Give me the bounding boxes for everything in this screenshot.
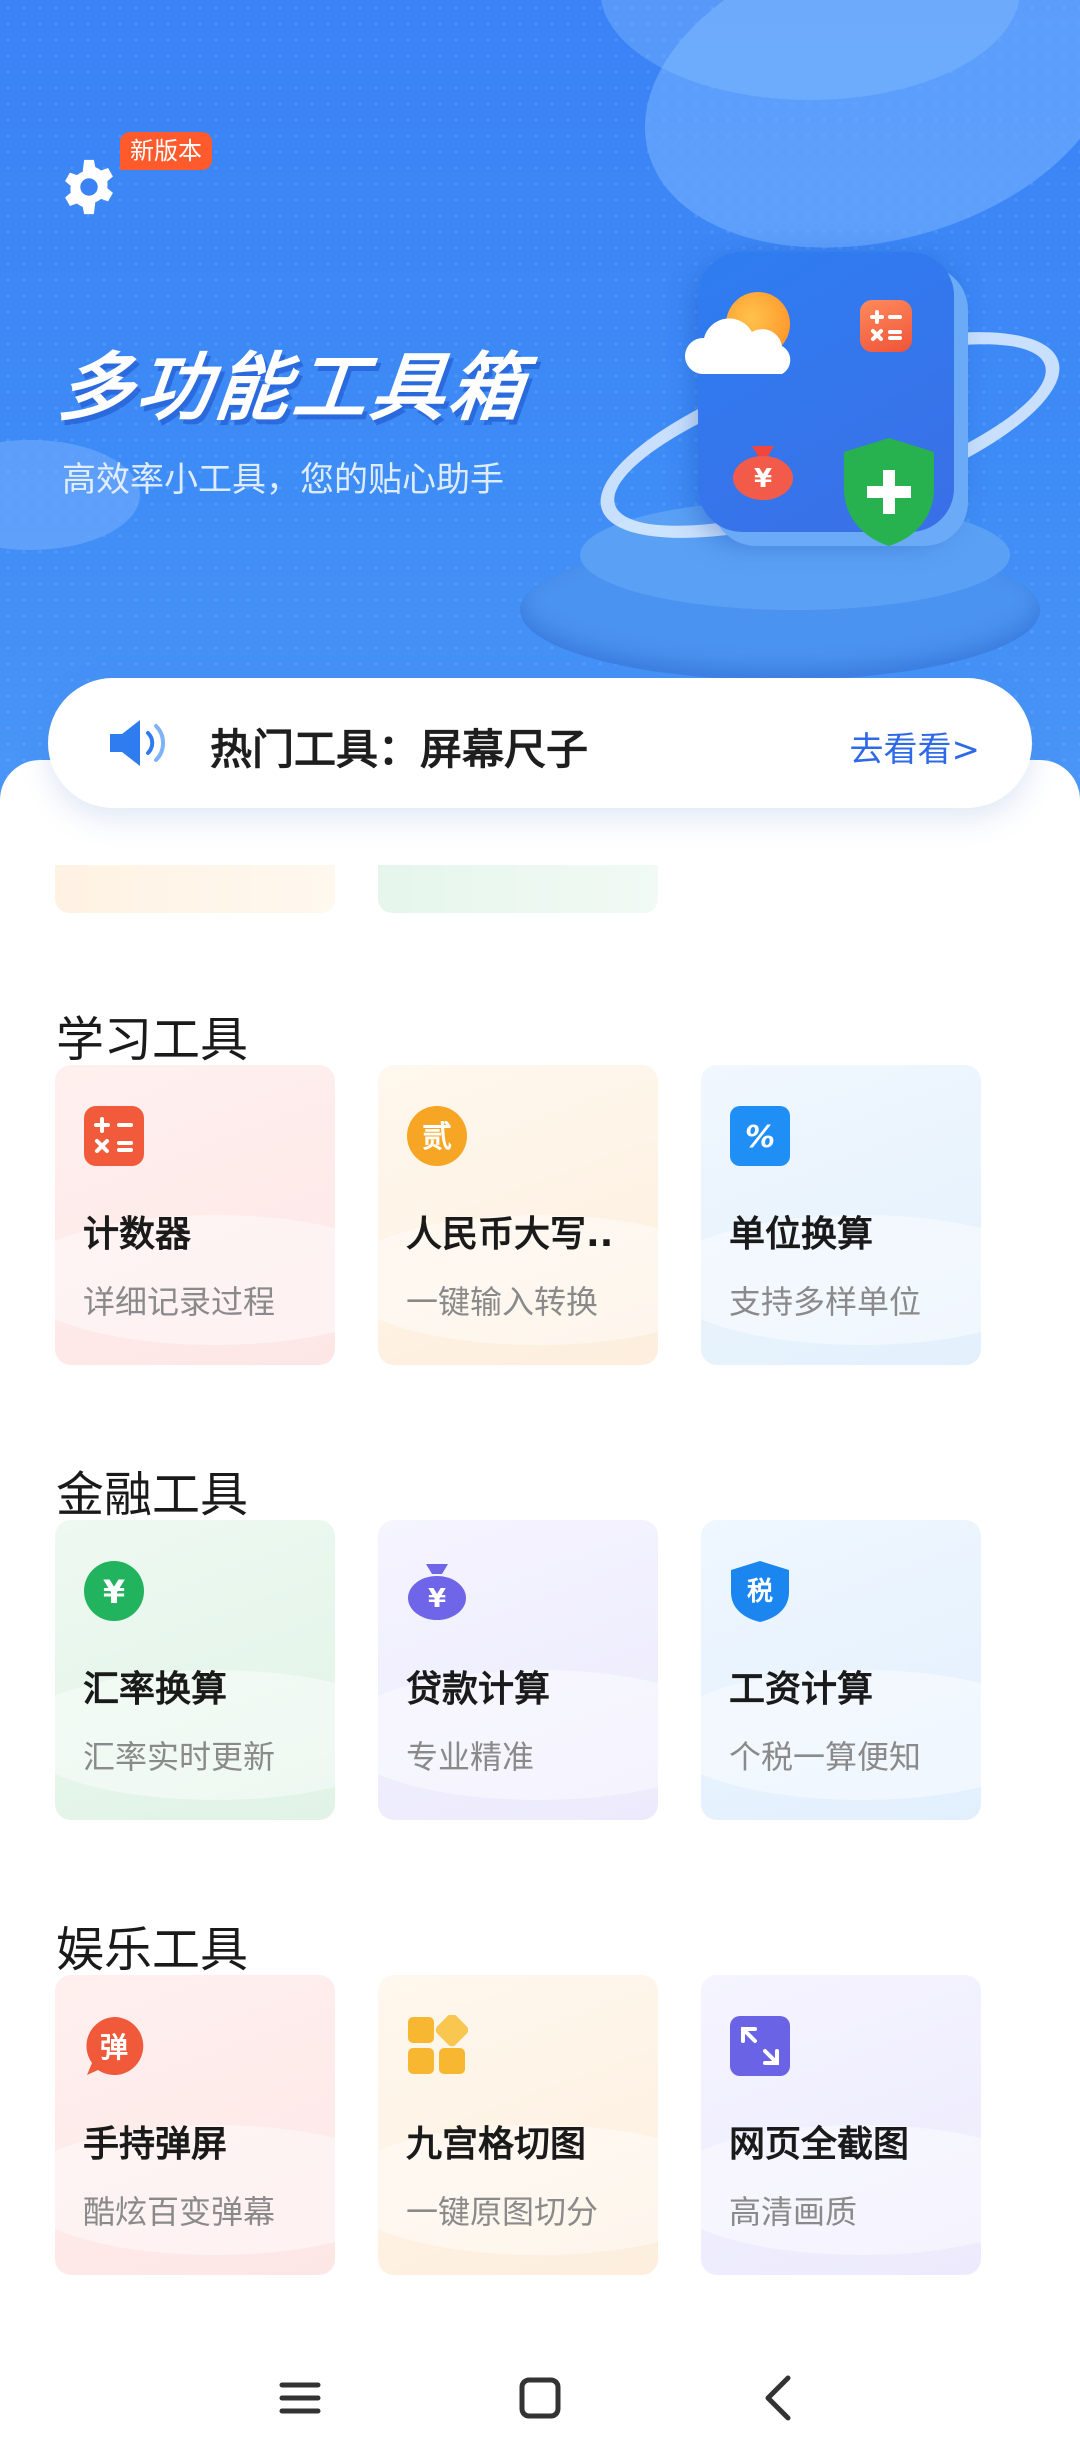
tool-card-webpage-screenshot[interactable]: 网页全截图 高清画质 — [701, 1975, 981, 2275]
shield-plus-icon — [844, 438, 934, 546]
yuan-uppercase-icon: 贰 — [407, 1106, 467, 1166]
tool-desc: 一键原图切分 — [406, 2193, 599, 2231]
gear-icon[interactable] — [58, 156, 120, 218]
tool-name: 工资计算 — [729, 1669, 874, 1710]
system-navigation-bar — [0, 2330, 1080, 2460]
app-title: 多功能工具箱 — [54, 345, 532, 431]
tool-name: 汇率换算 — [83, 1669, 228, 1710]
tool-name: 手持弹屏 — [83, 2124, 228, 2165]
menu-icon[interactable] — [270, 2368, 330, 2428]
svg-text:¥: ¥ — [754, 464, 772, 494]
tool-desc: 详细记录过程 — [83, 1283, 276, 1321]
tool-desc: 汇率实时更新 — [83, 1738, 276, 1776]
danmaku-icon: 弹 — [86, 2016, 144, 2075]
card-partial[interactable] — [55, 865, 335, 913]
svg-text:¥: ¥ — [103, 1573, 125, 1611]
tool-desc: 高清画质 — [729, 2193, 858, 2231]
yuan-exchange-icon: ¥ — [84, 1561, 144, 1621]
back-icon[interactable] — [750, 2368, 810, 2428]
tool-card-salary[interactable]: 税 工资计算 个税一算便知 — [701, 1520, 981, 1820]
money-bag-icon: ¥ — [408, 1564, 466, 1620]
tool-desc: 一键输入转换 — [406, 1283, 599, 1321]
money-bag-icon: ¥ — [733, 446, 793, 500]
tool-card-counter[interactable]: 计数器 详细记录过程 — [55, 1065, 335, 1365]
tool-name: 计数器 — [83, 1214, 192, 1255]
calculator-icon — [860, 300, 912, 352]
home-icon[interactable] — [510, 2368, 570, 2428]
tool-card-rmb-uppercase[interactable]: 贰 人民币大写.. 一键输入转换 — [378, 1065, 658, 1365]
tax-shield-icon: 税 — [731, 1561, 789, 1622]
calculator-icon — [84, 1106, 144, 1166]
tool-name: 单位换算 — [729, 1214, 874, 1255]
new-version-badge[interactable]: 新版本 — [120, 132, 212, 170]
tool-card-handheld-danmaku[interactable]: 弹 手持弹屏 酷炫百变弹幕 — [55, 1975, 335, 2275]
tool-name: 人民币大写.. — [406, 1214, 614, 1255]
tool-name: 九宫格切图 — [406, 2124, 587, 2165]
section-title-finance: 金融工具 — [56, 1467, 249, 1523]
tool-name: 网页全截图 — [729, 2124, 910, 2165]
svg-text:弹: 弹 — [100, 2031, 128, 2064]
tool-card-loan[interactable]: ¥ 贷款计算 专业精准 — [378, 1520, 658, 1820]
fullscreen-capture-icon — [730, 2016, 790, 2076]
tool-desc: 个税一算便知 — [729, 1738, 922, 1776]
grid-icon — [408, 2015, 468, 2074]
svg-text:贰: 贰 — [422, 1120, 452, 1155]
tool-card-unit-conversion[interactable]: % 单位换算 支持多样单位 — [701, 1065, 981, 1365]
percent-icon: % — [730, 1106, 790, 1166]
tool-card-exchange-rate[interactable]: ¥ 汇率换算 汇率实时更新 — [55, 1520, 335, 1820]
tool-desc: 专业精准 — [406, 1738, 535, 1776]
svg-text:%: % — [745, 1120, 775, 1155]
tool-card-nine-grid[interactable]: 九宫格切图 一键原图切分 — [378, 1975, 658, 2275]
svg-text:税: 税 — [747, 1577, 773, 1607]
card-partial[interactable] — [378, 865, 658, 913]
hot-tool-announcement[interactable]: 热门工具：屏幕尺子 去看看> — [48, 678, 1032, 808]
section-title-study: 学习工具 — [56, 1012, 249, 1068]
cloud-icon — [684, 318, 791, 374]
go-see-link[interactable]: 去看看> — [850, 722, 981, 771]
tool-desc: 酷炫百变弹幕 — [83, 2193, 276, 2231]
tool-name: 贷款计算 — [406, 1669, 551, 1710]
app-subtitle: 高效率小工具，您的贴心助手 — [62, 460, 504, 500]
tool-desc: 支持多样单位 — [729, 1283, 922, 1321]
speaker-icon — [110, 720, 166, 766]
svg-text:¥: ¥ — [428, 1584, 446, 1614]
announcement-text: 热门工具：屏幕尺子 — [210, 725, 589, 774]
section-title-entertainment: 娱乐工具 — [56, 1922, 249, 1978]
